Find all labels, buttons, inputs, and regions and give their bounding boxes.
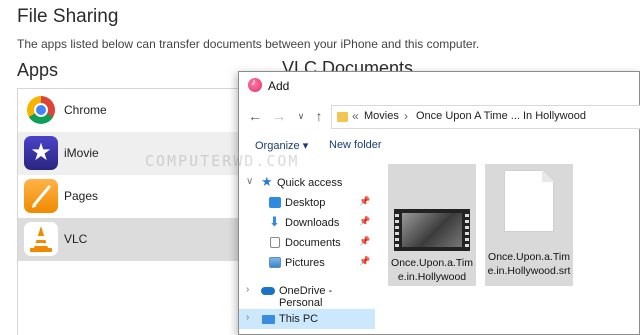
expand-chevron-icon[interactable]: › (246, 284, 249, 295)
file-sharing-description: The apps listed below can transfer docum… (17, 37, 480, 51)
nav-label: Pictures (285, 257, 325, 269)
app-label: Pages (64, 189, 99, 203)
expand-chevron-icon[interactable]: ∨ (246, 176, 253, 187)
nav-label: OneDrive - Personal (279, 285, 333, 309)
apps-list: Chrome ★ iMovie Pages VLC (17, 88, 248, 335)
pin-icon: 📌 (359, 236, 371, 246)
app-row-pages[interactable]: Pages (18, 175, 248, 218)
nav-desktop[interactable]: Desktop 📌 (239, 193, 375, 213)
breadcrumb-movies[interactable]: Movies (364, 110, 399, 122)
watermark: COMPUTERWD.COM (145, 152, 300, 170)
dialog-titlebar[interactable]: Add (239, 72, 639, 100)
app-label: VLC (64, 232, 88, 246)
computer-icon (262, 315, 275, 324)
nav-label: This PC (279, 313, 319, 325)
app-row-chrome[interactable]: Chrome (18, 89, 248, 132)
nav-pictures[interactable]: Pictures 📌 (239, 253, 375, 273)
overflow-chevron-icon[interactable]: « (352, 109, 359, 123)
nav-downloads[interactable]: ⬇ Downloads 📌 (239, 213, 375, 233)
back-arrow-icon[interactable]: ← (245, 106, 265, 126)
app-label: iMovie (64, 146, 99, 160)
app-row-vlc[interactable]: VLC (18, 218, 248, 261)
downloads-icon: ⬇ (269, 214, 280, 229)
nav-documents[interactable]: Documents 📌 (239, 233, 375, 253)
onedrive-cloud-icon (261, 287, 275, 295)
imovie-icon: ★ (24, 136, 58, 170)
pin-icon: 📌 (359, 216, 371, 226)
organize-button[interactable]: Organize ▾ (255, 139, 308, 152)
pin-icon: 📌 (359, 256, 371, 266)
file-name: Once.Upon.a.Time.in.Hollywood (391, 257, 473, 283)
navigation-pane: ∨ ★ Quick access Desktop 📌 ⬇ Downloads 📌… (239, 168, 375, 335)
documents-icon (270, 237, 280, 248)
address-bar[interactable]: « Movies › Once Upon A Time ... In Holly… (331, 105, 640, 129)
app-label: Chrome (64, 103, 107, 117)
vlc-icon (24, 222, 58, 256)
star-icon: ★ (261, 174, 273, 189)
dialog-title: Add (268, 79, 290, 93)
nav-label: Desktop (285, 197, 326, 209)
up-arrow-icon[interactable]: ↑ (309, 106, 329, 126)
file-item-srt[interactable]: Once.Upon.a.Time.in.Hollywood.srt (485, 164, 573, 286)
nav-onedrive[interactable]: › OneDrive - Personal (239, 281, 375, 309)
nav-quick-access[interactable]: ∨ ★ Quick access (239, 173, 375, 193)
new-folder-button[interactable]: New folder (329, 139, 382, 151)
add-dialog: Add ← → ∨ ↑ « Movies › Once Upon A Time … (238, 71, 640, 335)
itunes-icon (248, 77, 262, 92)
file-name: Once.Upon.a.Time.in.Hollywood.srt (487, 251, 571, 277)
chrome-icon (24, 93, 58, 127)
nav-label: Documents (285, 237, 341, 249)
nav-label: Quick access (277, 177, 343, 189)
desktop-icon (269, 197, 281, 208)
expand-chevron-icon[interactable]: › (246, 312, 249, 323)
breadcrumb-separator-icon[interactable]: › (404, 109, 408, 123)
pages-icon (24, 179, 58, 213)
nav-this-pc[interactable]: › This PC (239, 309, 375, 329)
nav-label: Downloads (285, 217, 340, 229)
recent-locations-chevron-icon[interactable]: ∨ (291, 106, 311, 126)
apps-heading: Apps (17, 60, 59, 80)
folder-icon (337, 112, 348, 122)
pictures-icon (269, 257, 281, 268)
breadcrumb-current-folder[interactable]: Once Upon A Time ... In Hollywood (416, 110, 586, 122)
document-file-icon (504, 170, 554, 232)
file-sharing-title: File Sharing (17, 6, 119, 27)
video-thumbnail-icon (394, 209, 470, 251)
forward-arrow-icon[interactable]: → (269, 106, 289, 126)
file-item-video[interactable]: Once.Upon.a.Time.in.Hollywood (388, 164, 476, 286)
pin-icon: 📌 (359, 196, 371, 206)
navigation-bar: ← → ∨ ↑ « Movies › Once Upon A Time ... … (239, 102, 640, 132)
